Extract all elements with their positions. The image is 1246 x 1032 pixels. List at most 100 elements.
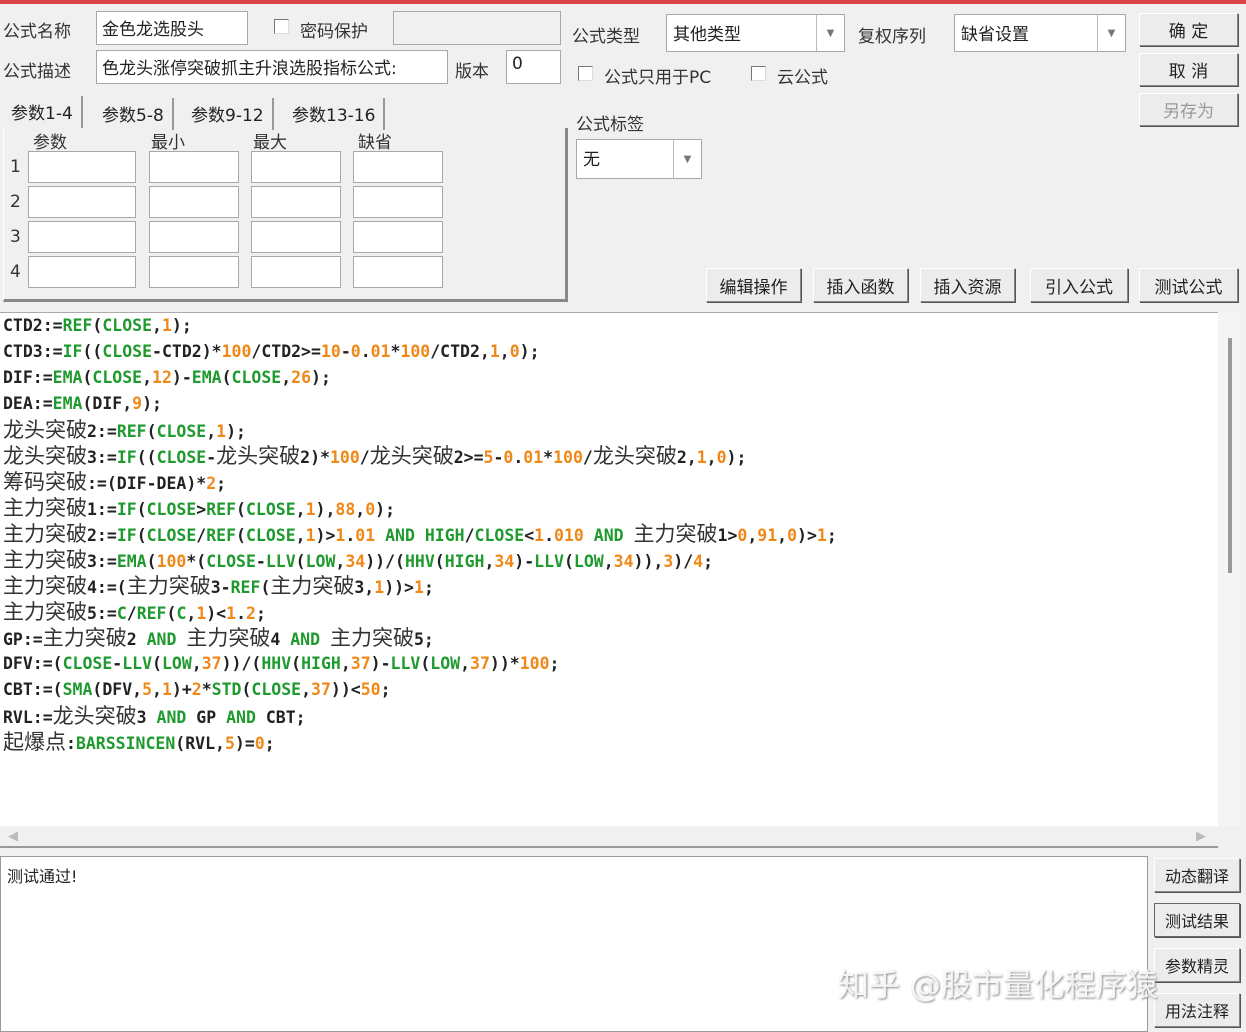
code-number: 0 xyxy=(365,500,376,519)
code-text: )- xyxy=(370,654,391,673)
adjust-select[interactable]: 缺省设置 ▼ xyxy=(954,14,1126,52)
cloud-checkbox[interactable] xyxy=(751,66,766,81)
edit-operation-button[interactable]: 编辑操作 xyxy=(706,268,801,302)
code-text: ( xyxy=(82,368,93,387)
code-text: ; xyxy=(703,552,714,571)
param-input-min[interactable] xyxy=(149,256,239,288)
tag-select[interactable]: 无 ▼ xyxy=(576,139,702,179)
scroll-left-icon[interactable]: ◀ xyxy=(8,829,18,844)
formula-type-select[interactable]: 其他类型 ▼ xyxy=(666,14,845,52)
dynamic-translate-button[interactable]: 动态翻译 xyxy=(1154,858,1240,892)
param-wizard-button[interactable]: 参数精灵 xyxy=(1154,948,1240,982)
param-input-name[interactable] xyxy=(28,186,136,218)
code-keyword: C xyxy=(116,604,127,623)
save-as-button[interactable]: 另存为 xyxy=(1139,93,1238,126)
code-text: , xyxy=(340,654,351,673)
param-input-min[interactable] xyxy=(149,186,239,218)
code-keyword: BARSSINCEN xyxy=(75,734,176,753)
code-line: 主力突破2:=IF(CLOSE/REF(CLOSE,1)>1.01 AND HI… xyxy=(0,521,1218,547)
code-text: ; xyxy=(423,578,434,597)
code-keyword: HIGH xyxy=(444,552,485,571)
formula-name-input[interactable]: 金色龙选股头 xyxy=(96,11,248,45)
code-keyword: CLOSE xyxy=(102,342,153,361)
code-text: > xyxy=(196,500,207,519)
cancel-button[interactable]: 取 消 xyxy=(1139,53,1238,86)
code-keyword: STD xyxy=(211,680,242,699)
code-number: 010 xyxy=(554,526,584,545)
code-number: 1 xyxy=(414,578,424,597)
code-text: , xyxy=(460,654,471,673)
code-text: (DIF, xyxy=(82,394,133,413)
password-checkbox[interactable] xyxy=(274,19,289,34)
tab-params-9-12[interactable]: 参数9-12 xyxy=(183,98,274,130)
code-text: CBT:=( xyxy=(3,680,63,699)
usage-notes-button[interactable]: 用法注释 xyxy=(1154,993,1240,1027)
code-text: )/ xyxy=(673,552,694,571)
param-input-max[interactable] xyxy=(251,186,341,218)
code-text: - xyxy=(493,448,504,467)
adjust-value: 缺省设置 xyxy=(961,25,1029,45)
tab-params-13-16[interactable]: 参数13-16 xyxy=(284,98,386,130)
param-input-default[interactable] xyxy=(353,256,443,288)
param-input-max[interactable] xyxy=(251,256,341,288)
param-input-min[interactable] xyxy=(149,221,239,253)
code-text: ))/( xyxy=(221,654,262,673)
code-keyword: REF xyxy=(230,578,261,597)
code-number: 37 xyxy=(350,654,371,673)
param-input-name[interactable] xyxy=(28,151,136,183)
param-row-number: 1 xyxy=(10,157,21,177)
code-text: 5; xyxy=(414,630,434,649)
code-text: ); xyxy=(726,448,747,467)
code-number: 26 xyxy=(291,368,312,387)
code-number: 100 xyxy=(553,448,583,467)
code-keyword: HIGH xyxy=(301,654,341,673)
ok-button[interactable]: 确 定 xyxy=(1139,13,1238,46)
code-text: ); xyxy=(311,368,331,387)
code-editor[interactable]: CTD2:=REF(CLOSE,1); CTD3:=IF((CLOSE-CTD2)… xyxy=(0,312,1218,826)
param-input-max[interactable] xyxy=(251,221,341,253)
param-input-default[interactable] xyxy=(353,221,443,253)
insert-resource-button[interactable]: 插入资源 xyxy=(920,268,1015,302)
scrollbar-thumb[interactable] xyxy=(1228,338,1232,573)
password-input[interactable] xyxy=(393,11,561,45)
code-keyword: HIGH xyxy=(424,526,465,545)
horizontal-scrollbar[interactable]: ◀ ▶ xyxy=(0,826,1218,848)
code-text: ( xyxy=(136,500,147,519)
tab-params-5-8[interactable]: 参数5-8 xyxy=(94,98,174,130)
param-row-number: 4 xyxy=(10,262,21,282)
code-keyword: IF xyxy=(62,342,83,361)
param-input-default[interactable] xyxy=(353,186,443,218)
test-result-button[interactable]: 测试结果 xyxy=(1154,903,1240,937)
param-input-name[interactable] xyxy=(28,256,136,288)
import-formula-button[interactable]: 引入公式 xyxy=(1030,268,1128,302)
param-input-name[interactable] xyxy=(28,221,136,253)
code-text: , xyxy=(499,342,510,361)
param-input-max[interactable] xyxy=(251,151,341,183)
tab-params-1-4[interactable]: 参数1-4 xyxy=(3,96,83,128)
code-text: 2)* xyxy=(300,448,330,467)
code-number: 1 xyxy=(374,578,385,597)
code-text: 3- xyxy=(210,578,231,597)
code-identifier: 龙头突破 xyxy=(369,444,454,468)
code-text: ( xyxy=(295,552,306,571)
code-identifier: 龙头突破 xyxy=(52,704,137,728)
test-result-box[interactable]: 测试通过! xyxy=(0,856,1148,1032)
param-input-min[interactable] xyxy=(149,151,239,183)
formula-desc-input[interactable]: 色龙头涨停突破抓主升浪选股指标公式: xyxy=(96,50,448,84)
code-number: 100 xyxy=(519,654,550,673)
test-formula-button[interactable]: 测试公式 xyxy=(1139,268,1238,302)
adjust-label: 复权序列 xyxy=(858,27,926,47)
code-identifier: 主力突破 xyxy=(633,522,718,546)
insert-function-button[interactable]: 插入函数 xyxy=(813,268,908,302)
code-keyword: AND xyxy=(385,526,415,545)
scroll-right-icon[interactable]: ▶ xyxy=(1196,829,1206,844)
code-identifier: 龙头突破 xyxy=(216,444,301,468)
code-number: 0 xyxy=(737,526,748,545)
param-input-default[interactable] xyxy=(353,151,443,183)
version-input[interactable]: 0 xyxy=(506,50,561,84)
code-text: ( xyxy=(236,526,246,545)
code-text: , xyxy=(706,448,717,467)
pc-only-checkbox[interactable] xyxy=(578,66,593,81)
